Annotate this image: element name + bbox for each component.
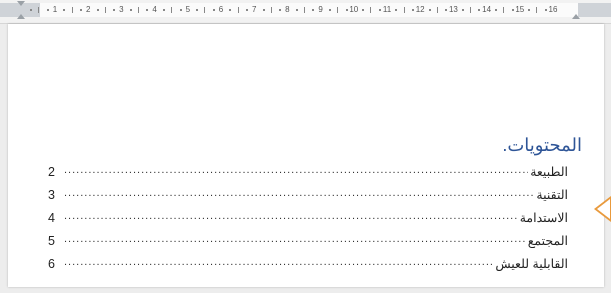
ruler-quarter-dot: [96, 9, 99, 11]
ruler-number: 16: [548, 5, 558, 14]
ruler-quarter-dot: [461, 9, 464, 11]
ruler-quarter-dot: [478, 9, 481, 11]
right-indent-marker[interactable]: [572, 14, 580, 19]
ruler-quarter-dot: [279, 9, 282, 11]
toc-leader-dots: ........................................…: [64, 164, 528, 176]
ruler-number: 2: [85, 5, 91, 14]
ruler-half-tick: [204, 7, 206, 13]
ruler-quarter-dot: [229, 9, 232, 11]
ruler-number: 1: [52, 5, 58, 14]
ruler-number: 11: [382, 5, 392, 14]
toc-leader-dots: ........................................…: [64, 256, 493, 268]
ruler-quarter-dot: [345, 9, 348, 11]
ruler-quarter-dot: [113, 9, 116, 11]
ruler-quarter-dot: [129, 9, 132, 11]
ruler-quarter-dot: [63, 9, 66, 11]
ruler-half-tick: [38, 7, 40, 13]
ruler-quarter-dot: [295, 9, 298, 11]
toc-page-number: 5: [48, 234, 55, 248]
toc-page-number: 3: [48, 188, 55, 202]
toc-page-number: 6: [48, 257, 55, 271]
ruler-quarter-dot: [146, 9, 149, 11]
toc-leader-dots: ........................................…: [64, 233, 526, 245]
ruler-quarter-dot: [245, 9, 248, 11]
ruler-number: 8: [285, 5, 290, 14]
ruler-number: 15: [515, 5, 525, 14]
ruler-ticks: 1 2 3 4 5 6 7 8 9 10 11 12 13 14 15 16: [0, 0, 611, 23]
ruler-number: 14: [482, 5, 492, 14]
ruler-quarter-dot: [162, 9, 165, 11]
ruler-quarter-dot: [196, 9, 199, 11]
toc-entry[interactable]: 2 ......................................…: [48, 161, 568, 179]
ruler-quarter-dot: [262, 9, 265, 11]
ruler-quarter-dot: [328, 9, 331, 11]
hanging-indent-marker[interactable]: [17, 14, 25, 19]
toc-entry-text: القابلية للعيش: [495, 257, 568, 271]
toc-entry[interactable]: 3 ......................................…: [48, 184, 568, 202]
ruler-number: 9: [318, 5, 323, 14]
ruler-number: 7: [251, 5, 257, 14]
ruler-quarter-dot: [30, 9, 33, 11]
ruler-quarter-dot: [511, 9, 514, 11]
ruler-quarter-dot: [411, 9, 414, 11]
ruler-half-tick: [304, 7, 305, 13]
ruler-half-tick: [370, 7, 372, 13]
ruler-number: 10: [349, 5, 359, 14]
ruler-half-tick: [237, 7, 239, 13]
toc-entry[interactable]: 5 ......................................…: [48, 230, 568, 248]
toc-page-number: 2: [48, 165, 55, 179]
ruler-number: 6: [218, 5, 224, 14]
toc-entry[interactable]: 4 ......................................…: [48, 207, 568, 225]
toc-entry-text: الاستدامة: [519, 211, 568, 225]
ruler-half-tick: [171, 7, 173, 13]
ruler-quarter-dot: [212, 9, 215, 11]
ruler-quarter-dot: [494, 9, 497, 11]
ruler-quarter-dot: [312, 9, 315, 11]
ruler-quarter-dot: [378, 9, 381, 11]
ruler-half-tick: [71, 7, 73, 13]
toc-entry-text: الطبيعة: [530, 165, 568, 179]
toc-entry-text: التقنية: [536, 188, 568, 202]
callout-arrow-inner: [597, 199, 610, 219]
toc-leader-dots: ........................................…: [64, 210, 518, 222]
toc-entry[interactable]: 6 ......................................…: [48, 253, 568, 271]
ruler-number: 13: [448, 5, 458, 14]
ruler-half-tick: [503, 7, 505, 13]
ruler-half-tick: [337, 7, 339, 13]
ruler-half-tick: [536, 7, 538, 13]
ruler-quarter-dot: [395, 9, 398, 11]
toc-page-number: 4: [48, 211, 55, 225]
ruler-quarter-dot: [362, 9, 365, 11]
ruler-half-tick: [270, 7, 272, 13]
ruler-half-tick: [436, 7, 438, 13]
ruler-half-tick: [104, 7, 106, 13]
ruler-half-tick: [138, 7, 139, 13]
ruler-quarter-dot: [179, 9, 182, 11]
ruler-number: 12: [415, 5, 425, 14]
ruler-number: 3: [119, 5, 124, 14]
ruler-half-tick: [470, 7, 471, 13]
ruler-quarter-dot: [428, 9, 431, 11]
toc-leader-dots: ........................................…: [64, 187, 535, 199]
toc-title: المحتويات.: [502, 135, 582, 155]
first-line-indent-marker[interactable]: [17, 1, 25, 6]
document-page[interactable]: المحتويات. 2 ...........................…: [8, 24, 604, 287]
horizontal-ruler[interactable]: 1 2 3 4 5 6 7 8 9 10 11 12 13 14 15 16: [0, 0, 611, 24]
ruler-number: 5: [185, 5, 191, 14]
toc-entry-text: المجتمع: [527, 234, 568, 248]
ruler-quarter-dot: [445, 9, 448, 11]
ruler-quarter-dot: [79, 9, 82, 11]
ruler-number: 4: [152, 5, 157, 14]
ruler-quarter-dot: [544, 9, 547, 11]
ruler-quarter-dot: [46, 9, 49, 11]
ruler-quarter-dot: [528, 9, 531, 11]
ruler-half-tick: [403, 7, 405, 13]
document-viewport: 1 2 3 4 5 6 7 8 9 10 11 12 13 14 15 16 المحتويات. 2 ...…: [0, 0, 611, 293]
